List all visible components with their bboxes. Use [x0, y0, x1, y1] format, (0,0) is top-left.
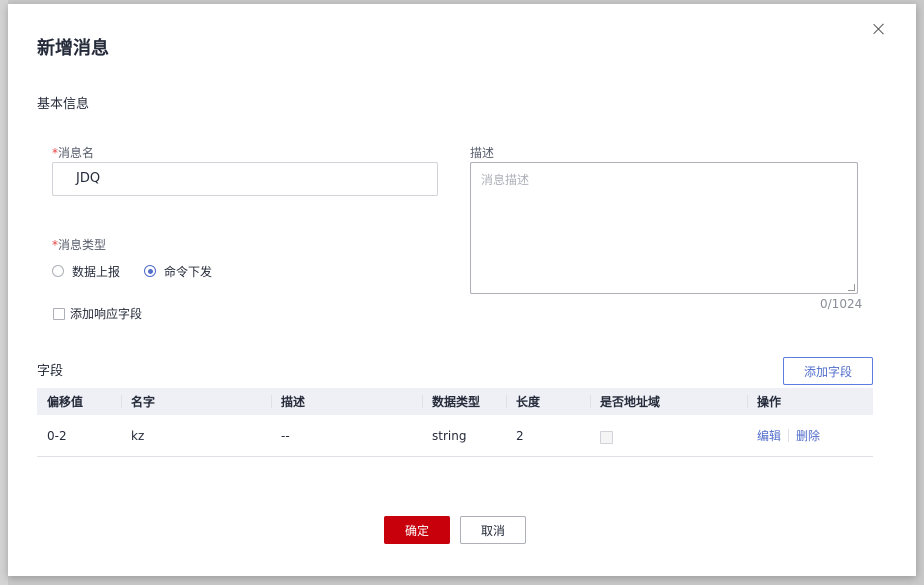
col-is-address: 是否地址域 [590, 388, 747, 415]
message-name-input[interactable]: JDQ [52, 162, 438, 196]
description-placeholder: 消息描述 [481, 173, 530, 187]
confirm-button[interactable]: 确定 [384, 516, 450, 544]
char-counter: 0/1024 [820, 297, 863, 311]
address-checkbox-disabled [600, 430, 613, 444]
col-name: 名字 [121, 388, 271, 415]
cancel-button[interactable]: 取消 [460, 516, 526, 544]
cell-description: -- [281, 428, 290, 443]
edit-link[interactable]: 编辑 [757, 427, 781, 444]
col-description: 描述 [271, 388, 422, 415]
cell-data-type: string [432, 428, 467, 443]
description-textarea[interactable]: 消息描述 [470, 162, 858, 294]
cell-actions: 编辑 删除 [747, 415, 873, 456]
section-basic-info: 基本信息 [37, 97, 90, 112]
add-field-button[interactable]: 添加字段 [783, 357, 873, 385]
dialog-title: 新增消息 [37, 38, 109, 59]
description-label: 描述 [470, 146, 495, 160]
close-icon[interactable] [870, 20, 888, 38]
resize-handle[interactable] [848, 284, 855, 291]
action-divider [788, 429, 790, 442]
radio-icon [52, 265, 64, 277]
delete-link[interactable]: 删除 [796, 427, 820, 444]
cell-name: kz [131, 428, 145, 443]
radio-command-send[interactable]: 命令下发 [144, 263, 212, 279]
col-data-type: 数据类型 [422, 388, 506, 415]
col-actions: 操作 [747, 388, 873, 415]
table-header: 偏移值 名字 描述 数据类型 长度 是否地址域 操作 [37, 388, 873, 415]
radio-checked-icon [144, 265, 156, 277]
add-message-dialog: 新增消息 基本信息 *消息名 JDQ 描述 消息描述 0/1024 *消息类型 … [8, 4, 916, 576]
col-length: 长度 [506, 388, 590, 415]
cell-is-address [590, 415, 747, 456]
cell-length: 2 [516, 428, 524, 443]
message-type-label: *消息类型 [52, 238, 107, 252]
col-offset: 偏移值 [47, 395, 84, 409]
cell-offset: 0-2 [47, 428, 67, 443]
radio-data-report[interactable]: 数据上报 [52, 263, 120, 279]
fields-section-title: 字段 [37, 364, 64, 379]
add-response-field-checkbox[interactable]: 添加响应字段 [53, 305, 142, 322]
table-row: 0-2 kz -- string 2 编辑 删除 [37, 415, 873, 457]
fields-table: 偏移值 名字 描述 数据类型 长度 是否地址域 操作 0-2 kz -- str… [37, 388, 873, 457]
backdrop [0, 0, 8, 585]
watermark: CSDN @LCIOT [782, 556, 909, 576]
name-label: *消息名 [52, 146, 95, 160]
checkbox-icon [53, 307, 65, 320]
